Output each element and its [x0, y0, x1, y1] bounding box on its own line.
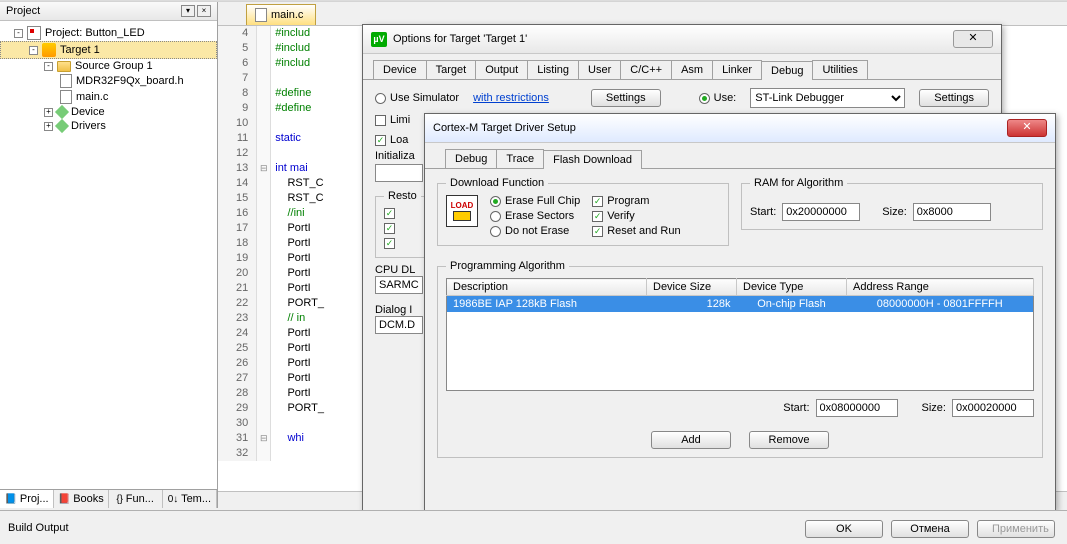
sidebar-tab-books[interactable]: 📕 Books	[54, 490, 108, 508]
alg-size-input[interactable]	[952, 399, 1034, 417]
erase-full-radio[interactable]: Erase Full Chip	[490, 195, 580, 207]
options-tab-listing[interactable]: Listing	[527, 60, 579, 79]
project-icon	[27, 26, 41, 40]
init-file-input[interactable]	[375, 164, 423, 182]
cancel-button[interactable]: Отмена	[891, 520, 969, 538]
sim-settings-button[interactable]: Settings	[591, 89, 661, 107]
options-tab-device[interactable]: Device	[373, 60, 427, 79]
algorithm-row[interactable]: 1986BE IAP 128kB Flash 128k On-chip Flas…	[447, 296, 1034, 313]
options-tab-debug[interactable]: Debug	[761, 61, 813, 80]
verify-checkbox[interactable]: ✓Verify	[592, 210, 680, 222]
expander-icon[interactable]: -	[44, 62, 53, 71]
erase-sectors-radio[interactable]: Erase Sectors	[490, 210, 580, 222]
target-icon	[42, 43, 56, 57]
panel-title: Project	[6, 5, 40, 17]
ok-button[interactable]: OK	[805, 520, 883, 538]
driver-tab-flash-download[interactable]: Flash Download	[543, 150, 642, 169]
expander-icon[interactable]: +	[44, 108, 53, 117]
options-tab-c/c++[interactable]: C/C++	[620, 60, 672, 79]
remove-button[interactable]: Remove	[749, 431, 829, 449]
cpu-dll-input[interactable]	[375, 276, 423, 294]
file-icon	[255, 8, 267, 22]
expander-icon[interactable]: -	[14, 29, 23, 38]
dialog-dll-input[interactable]	[375, 316, 423, 334]
do-not-erase-radio[interactable]: Do not Erase	[490, 225, 580, 237]
with-restrictions-link[interactable]: with restrictions	[473, 92, 549, 104]
debugger-select[interactable]: ST-Link Debugger	[750, 88, 905, 108]
file-icon	[60, 74, 72, 88]
build-output-label: Build Output	[8, 522, 69, 534]
sidebar-tab-templates[interactable]: 0↓ Tem...	[163, 490, 217, 508]
ram-size-input[interactable]	[913, 203, 991, 221]
options-tab-output[interactable]: Output	[475, 60, 528, 79]
reset-run-checkbox[interactable]: ✓Reset and Run	[592, 225, 680, 237]
options-tab-user[interactable]: User	[578, 60, 621, 79]
options-tab-asm[interactable]: Asm	[671, 60, 713, 79]
use-debugger-radio[interactable]: Use:	[699, 92, 737, 104]
options-tab-linker[interactable]: Linker	[712, 60, 762, 79]
driver-tab-debug[interactable]: Debug	[445, 149, 497, 168]
driver-tab-trace[interactable]: Trace	[496, 149, 544, 168]
options-close-button[interactable]: ✕	[953, 30, 993, 48]
sidebar-tab-project[interactable]: 📘 Proj...	[0, 490, 54, 508]
driver-close-button[interactable]: ✕	[1007, 119, 1047, 137]
program-checkbox[interactable]: ✓Program	[592, 195, 680, 207]
drivers-icon	[55, 119, 69, 133]
debugger-settings-button[interactable]: Settings	[919, 89, 989, 107]
options-dialog-title: Options for Target 'Target 1'	[393, 33, 527, 45]
alg-start-input[interactable]	[816, 399, 898, 417]
source-code[interactable]: #includ#includ#includ#define#definestati…	[271, 26, 324, 461]
use-simulator-radio[interactable]: Use Simulator	[375, 92, 459, 104]
options-tab-target[interactable]: Target	[426, 60, 477, 79]
load-icon: LOAD	[446, 195, 478, 227]
limit-checkbox[interactable]: Limi	[375, 114, 410, 126]
sidebar-tab-functions[interactable]: {} Fun...	[109, 490, 163, 508]
file-icon	[60, 90, 72, 104]
load-checkbox[interactable]: ✓Loa	[375, 134, 408, 146]
panel-dropdown-icon[interactable]: ▾	[181, 5, 195, 17]
expander-icon[interactable]: +	[44, 122, 53, 131]
folder-icon	[57, 61, 71, 72]
editor-tab-main[interactable]: main.c	[246, 4, 316, 25]
driver-dialog-title: Cortex-M Target Driver Setup	[433, 122, 576, 134]
device-icon	[55, 105, 69, 119]
add-button[interactable]: Add	[651, 431, 731, 449]
algorithm-table[interactable]: Description Device Size Device Type Addr…	[446, 278, 1034, 391]
ram-start-input[interactable]	[782, 203, 860, 221]
project-tree[interactable]: -Project: Button_LED -Target 1 -Source G…	[0, 21, 217, 489]
expander-icon[interactable]: -	[29, 46, 38, 55]
driver-setup-dialog: Cortex-M Target Driver Setup ✕ DebugTrac…	[424, 113, 1056, 511]
panel-close-icon[interactable]: ×	[197, 5, 211, 17]
apply-button[interactable]: Применить	[977, 520, 1055, 538]
uvision-icon: µV	[371, 32, 387, 47]
options-tab-utilities[interactable]: Utilities	[812, 60, 867, 79]
project-sidebar: Project ▾ × -Project: Button_LED -Target…	[0, 2, 218, 508]
